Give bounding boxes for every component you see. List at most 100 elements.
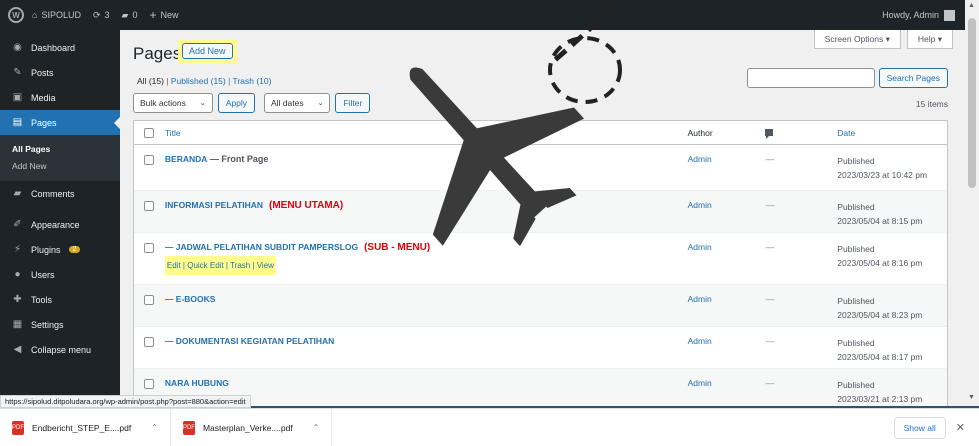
filter-button[interactable]: Filter <box>335 93 371 113</box>
plugin-icon: ⚡ <box>13 244 22 255</box>
sidebar-item-pages[interactable]: ▤ Pages <box>0 110 120 135</box>
updates-icon: ⟳ <box>92 9 101 20</box>
author-link[interactable]: Admin <box>688 378 712 388</box>
collapse-icon: ◀ <box>13 344 22 355</box>
close-icon[interactable]: ✕ <box>956 421 965 434</box>
row-actions[interactable]: Edit | Quick Edit | Trash | View <box>164 256 276 275</box>
table-header: Title Author Date <box>134 121 947 145</box>
author-link[interactable]: Admin <box>688 200 712 210</box>
page-title-link[interactable]: — E-BOOKS <box>165 294 216 304</box>
view-all-link[interactable]: All (15) <box>137 76 164 86</box>
author-link[interactable]: Admin <box>688 242 712 252</box>
scroll-up-icon[interactable]: ▲ <box>968 2 975 9</box>
updates-link[interactable]: ⟳ 3 <box>93 10 110 21</box>
table-row: — E-BOOKS Admin — Published 2023/05/04 at… <box>134 285 947 327</box>
add-new-highlight: Add New <box>178 39 237 63</box>
admin-bar: W ⌂ SIPOLUD ⟳ 3 ▰ 0 + New Howdy, Admin <box>0 0 965 30</box>
comments-column-header <box>765 128 837 139</box>
row-checkbox[interactable] <box>134 233 165 253</box>
scroll-down-icon[interactable]: ▼ <box>968 394 975 401</box>
date-status: Published <box>837 244 875 254</box>
search-input[interactable] <box>746 68 875 88</box>
pin-icon: ✎ <box>13 67 22 78</box>
sidebar-item-settings[interactable]: ▦ Settings <box>0 312 120 337</box>
chevron-down-icon: ⌄ <box>199 100 206 107</box>
author-column-header: Author <box>687 127 713 138</box>
submenu-add-new[interactable]: Add New <box>12 158 120 175</box>
pdf-icon: PDF <box>182 420 195 435</box>
media-icon: ▣ <box>12 92 23 103</box>
table-row: BERANDA — Front Page Admin — Published 20… <box>134 145 947 191</box>
user-account-link[interactable]: Howdy, Admin <box>882 9 955 21</box>
sidebar-item-dashboard[interactable]: ◉ Dashboard <box>0 35 120 60</box>
pdf-icon: PDF <box>12 420 24 435</box>
page-scrollbar[interactable]: ▲ ▼ <box>965 0 979 406</box>
settings-icon: ▦ <box>12 319 23 330</box>
author-link[interactable]: Admin <box>688 336 712 346</box>
row-checkbox[interactable] <box>134 191 165 211</box>
screen-meta-links: Screen Options ▾ Help ▾ <box>813 30 953 49</box>
date-value: 2023/05/04 at 8:17 pm <box>837 352 923 362</box>
submenu-all-pages[interactable]: All Pages <box>12 141 120 158</box>
admin-sidebar: ◉ Dashboard ✎ Posts ▣ Media ▤ Pages All Page… <box>0 30 120 406</box>
title-column-header[interactable]: Title <box>165 128 688 138</box>
plus-icon: + <box>149 8 157 22</box>
screen-options-button[interactable]: Screen Options ▾ <box>813 30 901 49</box>
sidebar-item-posts[interactable]: ✎ Posts <box>0 60 120 85</box>
comment-count: — <box>765 336 775 346</box>
date-value: 2023/05/04 at 8:15 pm <box>837 216 923 226</box>
row-checkbox[interactable] <box>134 327 165 347</box>
sidebar-item-users[interactable]: ● Users <box>0 262 120 287</box>
date-filter-select[interactable]: All dates ⌄ <box>263 93 331 113</box>
row-checkbox[interactable] <box>134 145 165 165</box>
date-status: Published <box>837 380 875 390</box>
main-content: Screen Options ▾ Help ▾ Pages Add New Al… <box>120 30 965 406</box>
view-published-link[interactable]: Published (15) <box>171 76 226 86</box>
date-column-header[interactable]: Date <box>837 128 947 138</box>
table-row: NARA HUBUNG Admin — Published 2023/03/21 … <box>134 369 947 406</box>
page-title-link[interactable]: BERANDA <box>165 154 208 164</box>
apply-button[interactable]: Apply <box>217 93 255 113</box>
bulk-actions-select[interactable]: Bulk actions ⌄ <box>133 93 213 113</box>
view-trash-link[interactable]: Trash (10) <box>233 76 272 86</box>
sidebar-item-appearance[interactable]: ✐ Appearance <box>0 212 120 237</box>
download-item[interactable]: PDF Masterplan_Verke....pdf ⌃ <box>171 408 333 446</box>
download-item[interactable]: PDF Endbericht_STEP_E....pdf ⌃ <box>0 408 171 446</box>
sidebar-item-collapse[interactable]: ◀ Collapse menu <box>0 337 120 362</box>
scrollbar-thumb[interactable] <box>968 18 976 188</box>
search-pages-button[interactable]: Search Pages <box>878 68 948 88</box>
page-icon: ▤ <box>12 117 23 128</box>
row-checkbox[interactable] <box>134 369 165 389</box>
add-new-button[interactable]: Add New <box>182 43 233 59</box>
sidebar-item-comments[interactable]: ▰ Comments <box>0 181 120 206</box>
author-link[interactable]: Admin <box>688 294 712 304</box>
page-title-link[interactable]: NARA HUBUNG <box>165 378 229 388</box>
new-content-link[interactable]: + New <box>149 8 178 22</box>
wordpress-logo-icon[interactable]: W <box>8 7 24 23</box>
author-link[interactable]: Admin <box>688 154 712 164</box>
site-name-link[interactable]: ⌂ SIPOLUD <box>32 10 81 20</box>
help-button[interactable]: Help ▾ <box>906 30 953 49</box>
table-row: INFORMASI PELATIHAN (MENU UTAMA) Admin — … <box>134 191 947 233</box>
home-icon: ⌂ <box>32 10 38 20</box>
show-all-button[interactable]: Show all <box>893 416 946 439</box>
items-count: 15 items <box>915 99 948 109</box>
sidebar-item-plugins[interactable]: ⚡ Plugins 2 <box>0 237 120 262</box>
page-title-link[interactable]: — DOKUMENTASI KEGIATAN PELATIHAN <box>165 336 334 346</box>
annotation-menu-utama: (MENU UTAMA) <box>268 200 344 211</box>
date-value: 2023/03/21 at 2:13 pm <box>837 394 923 404</box>
date-status: Published <box>837 296 875 306</box>
status-url-bubble: https://sipolud.ditpoludara.org/wp-admin… <box>0 395 251 408</box>
row-checkbox[interactable] <box>134 285 165 305</box>
page-title-link[interactable]: — JADWAL PELATIHAN SUBDIT PAMPERSLOG <box>165 242 358 252</box>
select-all-checkbox[interactable] <box>134 127 165 138</box>
page-title-link[interactable]: INFORMASI PELATIHAN <box>165 200 263 210</box>
tablenav-top: Bulk actions ⌄ Apply All dates ⌄ Filter <box>133 93 371 113</box>
comments-link[interactable]: ▰ 0 <box>122 10 138 21</box>
sidebar-item-tools[interactable]: ✚ Tools <box>0 287 120 312</box>
date-status: Published <box>837 338 875 348</box>
chevron-up-icon[interactable]: ⌃ <box>151 423 158 432</box>
comment-icon: ▰ <box>121 9 129 20</box>
sidebar-item-media[interactable]: ▣ Media <box>0 85 120 110</box>
chevron-up-icon[interactable]: ⌃ <box>313 423 320 432</box>
